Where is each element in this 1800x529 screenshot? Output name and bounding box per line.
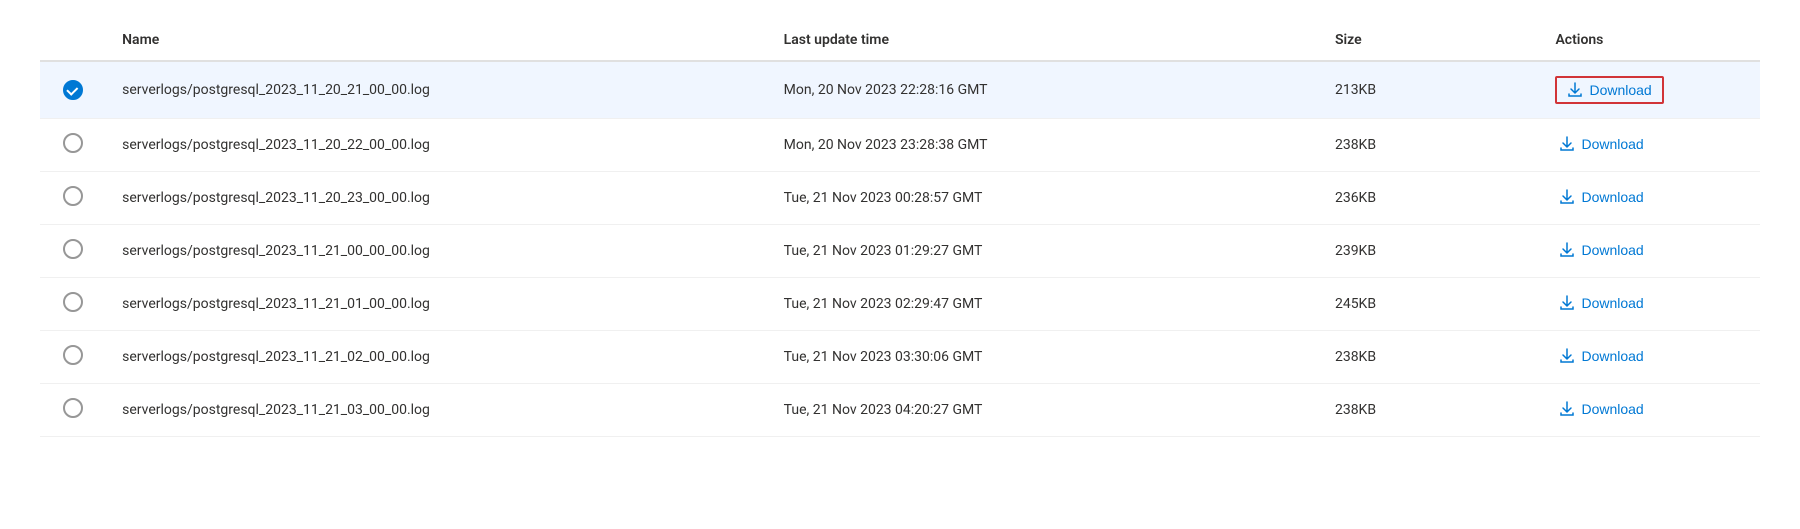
row-actions-cell: Download <box>1539 119 1760 172</box>
row-last-update-time: Tue, 21 Nov 2023 03:30:06 GMT <box>768 331 1319 384</box>
row-size: 238KB <box>1319 331 1540 384</box>
row-last-update-time: Tue, 21 Nov 2023 00:28:57 GMT <box>768 172 1319 225</box>
download-icon <box>1559 348 1575 364</box>
row-size: 245KB <box>1319 278 1540 331</box>
table-row: serverlogs/postgresql_2023_11_20_23_00_0… <box>40 172 1760 225</box>
row-checkbox[interactable] <box>63 186 83 206</box>
row-checkbox[interactable] <box>63 80 83 100</box>
download-button[interactable]: Download <box>1555 240 1647 260</box>
table-row: serverlogs/postgresql_2023_11_21_01_00_0… <box>40 278 1760 331</box>
size-column-header: Size <box>1319 20 1540 61</box>
download-icon <box>1559 401 1575 417</box>
row-filename: serverlogs/postgresql_2023_11_21_00_00_0… <box>106 225 768 278</box>
name-column-header: Name <box>106 20 768 61</box>
download-button[interactable]: Download <box>1555 76 1663 104</box>
table-row: serverlogs/postgresql_2023_11_21_02_00_0… <box>40 331 1760 384</box>
row-checkbox[interactable] <box>63 239 83 259</box>
row-size: 239KB <box>1319 225 1540 278</box>
download-label: Download <box>1581 401 1643 417</box>
download-label: Download <box>1581 242 1643 258</box>
row-size: 213KB <box>1319 61 1540 119</box>
download-label: Download <box>1589 82 1651 98</box>
row-size: 236KB <box>1319 172 1540 225</box>
row-filename: serverlogs/postgresql_2023_11_20_22_00_0… <box>106 119 768 172</box>
row-checkbox[interactable] <box>63 133 83 153</box>
download-label: Download <box>1581 189 1643 205</box>
row-filename: serverlogs/postgresql_2023_11_20_21_00_0… <box>106 61 768 119</box>
row-actions-cell: Download <box>1539 61 1760 119</box>
download-icon <box>1559 136 1575 152</box>
download-icon <box>1559 295 1575 311</box>
row-checkbox-cell <box>40 278 106 331</box>
row-actions-cell: Download <box>1539 225 1760 278</box>
log-files-table: Name Last update time Size Actions serve… <box>40 20 1760 437</box>
download-button[interactable]: Download <box>1555 346 1647 366</box>
time-column-header: Last update time <box>768 20 1319 61</box>
row-checkbox[interactable] <box>63 398 83 418</box>
row-filename: serverlogs/postgresql_2023_11_21_03_00_0… <box>106 384 768 437</box>
row-checkbox-cell <box>40 331 106 384</box>
row-last-update-time: Mon, 20 Nov 2023 22:28:16 GMT <box>768 61 1319 119</box>
download-icon <box>1559 189 1575 205</box>
row-actions-cell: Download <box>1539 172 1760 225</box>
download-icon <box>1567 82 1583 98</box>
row-checkbox-cell <box>40 172 106 225</box>
download-label: Download <box>1581 295 1643 311</box>
download-label: Download <box>1581 348 1643 364</box>
row-last-update-time: Tue, 21 Nov 2023 01:29:27 GMT <box>768 225 1319 278</box>
row-actions-cell: Download <box>1539 384 1760 437</box>
download-button[interactable]: Download <box>1555 399 1647 419</box>
log-files-table-container: Name Last update time Size Actions serve… <box>0 0 1800 457</box>
table-row: serverlogs/postgresql_2023_11_20_21_00_0… <box>40 61 1760 119</box>
table-row: serverlogs/postgresql_2023_11_21_03_00_0… <box>40 384 1760 437</box>
download-button[interactable]: Download <box>1555 293 1647 313</box>
row-size: 238KB <box>1319 384 1540 437</box>
row-checkbox-cell <box>40 119 106 172</box>
row-filename: serverlogs/postgresql_2023_11_21_02_00_0… <box>106 331 768 384</box>
row-actions-cell: Download <box>1539 331 1760 384</box>
row-actions-cell: Download <box>1539 278 1760 331</box>
checkbox-column-header <box>40 20 106 61</box>
table-row: serverlogs/postgresql_2023_11_21_00_00_0… <box>40 225 1760 278</box>
download-icon <box>1559 242 1575 258</box>
table-row: serverlogs/postgresql_2023_11_20_22_00_0… <box>40 119 1760 172</box>
row-filename: serverlogs/postgresql_2023_11_21_01_00_0… <box>106 278 768 331</box>
table-header-row: Name Last update time Size Actions <box>40 20 1760 61</box>
row-checkbox-cell <box>40 61 106 119</box>
download-button[interactable]: Download <box>1555 134 1647 154</box>
row-checkbox-cell <box>40 225 106 278</box>
download-label: Download <box>1581 136 1643 152</box>
row-last-update-time: Tue, 21 Nov 2023 04:20:27 GMT <box>768 384 1319 437</box>
row-checkbox[interactable] <box>63 345 83 365</box>
actions-column-header: Actions <box>1539 20 1760 61</box>
download-button[interactable]: Download <box>1555 187 1647 207</box>
row-filename: serverlogs/postgresql_2023_11_20_23_00_0… <box>106 172 768 225</box>
row-checkbox-cell <box>40 384 106 437</box>
row-last-update-time: Tue, 21 Nov 2023 02:29:47 GMT <box>768 278 1319 331</box>
row-checkbox[interactable] <box>63 292 83 312</box>
row-size: 238KB <box>1319 119 1540 172</box>
row-last-update-time: Mon, 20 Nov 2023 23:28:38 GMT <box>768 119 1319 172</box>
